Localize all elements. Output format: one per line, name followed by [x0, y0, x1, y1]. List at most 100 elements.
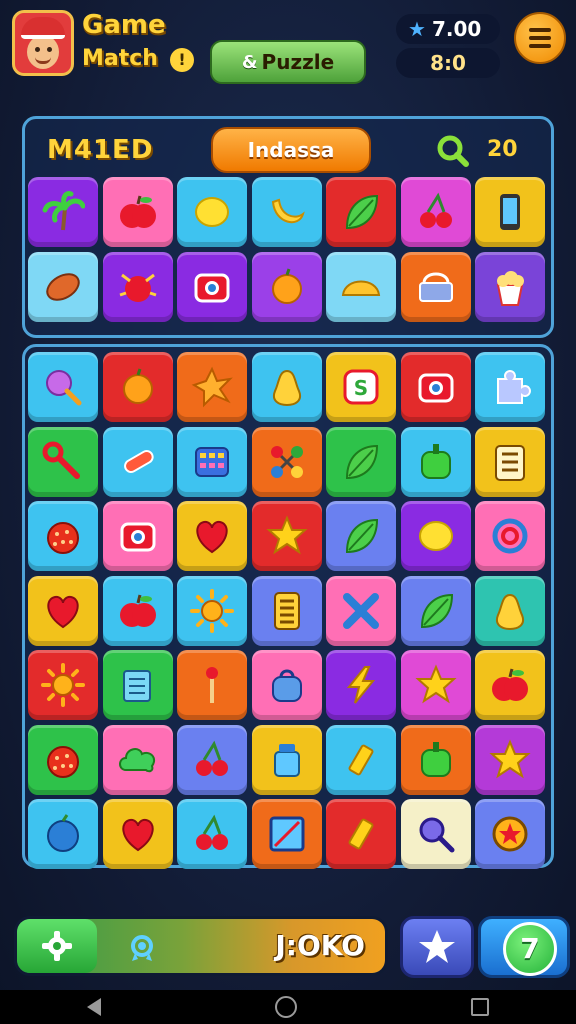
tile[interactable]	[177, 251, 247, 322]
tile[interactable]	[28, 426, 98, 497]
tile[interactable]	[400, 799, 471, 869]
tile[interactable]	[28, 352, 98, 422]
tile[interactable]	[251, 426, 322, 497]
tile[interactable]	[177, 426, 247, 497]
puzzle-label: Puzzle	[261, 50, 335, 74]
star-button[interactable]	[400, 916, 474, 978]
tile[interactable]	[28, 575, 98, 646]
badge-icon	[131, 935, 153, 961]
player-avatar[interactable]	[12, 10, 74, 76]
tile[interactable]	[177, 575, 247, 646]
tile[interactable]	[475, 724, 545, 795]
tile[interactable]	[251, 501, 322, 571]
target-panel: M41ED Indassa 20	[22, 116, 554, 338]
tile[interactable]	[102, 575, 173, 646]
tile[interactable]	[326, 501, 396, 571]
tile[interactable]	[400, 352, 471, 422]
tile[interactable]	[177, 724, 247, 795]
tile[interactable]	[400, 177, 471, 247]
jar-icon	[273, 743, 300, 777]
tile[interactable]	[102, 177, 173, 247]
tile[interactable]	[326, 575, 396, 646]
lightning-icon	[346, 666, 376, 704]
tile[interactable]	[475, 177, 545, 247]
tile[interactable]	[251, 575, 322, 646]
timer-value: 8:0	[430, 51, 466, 75]
tile[interactable]	[475, 501, 545, 571]
tile[interactable]	[28, 650, 98, 720]
tile[interactable]	[326, 724, 396, 795]
tile[interactable]	[102, 799, 173, 869]
tile[interactable]	[251, 177, 322, 247]
tile[interactable]	[400, 575, 471, 646]
tile[interactable]	[475, 251, 545, 322]
tile[interactable]	[28, 799, 98, 869]
apple-icon	[119, 594, 156, 627]
tile[interactable]	[28, 251, 98, 322]
mode-button[interactable]: Indassa	[211, 127, 371, 173]
game-title: Game	[82, 10, 166, 40]
tile[interactable]	[400, 650, 471, 720]
tile[interactable]	[102, 251, 173, 322]
info-icon[interactable]: !	[170, 48, 194, 72]
tile[interactable]	[102, 352, 173, 422]
progress-text: J:OKO	[275, 929, 365, 962]
tile[interactable]	[102, 501, 173, 571]
tile[interactable]	[251, 799, 322, 869]
back-icon[interactable]	[87, 998, 101, 1016]
tile[interactable]	[400, 501, 471, 571]
crayon-icon	[348, 818, 374, 850]
tile[interactable]	[475, 426, 545, 497]
tile[interactable]	[326, 177, 396, 247]
search-icon[interactable]	[435, 133, 469, 167]
tile[interactable]	[475, 650, 545, 720]
tile[interactable]	[102, 650, 173, 720]
tile[interactable]	[28, 724, 98, 795]
crayon-icon	[348, 744, 374, 775]
tile[interactable]	[177, 501, 247, 571]
tile[interactable]	[326, 799, 396, 869]
menu-button[interactable]	[514, 12, 566, 64]
tile[interactable]	[28, 177, 98, 247]
tile[interactable]	[326, 251, 396, 322]
sun-icon	[41, 663, 85, 707]
tile[interactable]	[326, 426, 396, 497]
tile[interactable]	[475, 799, 545, 869]
tile[interactable]	[177, 352, 247, 422]
list-icon	[273, 591, 300, 630]
tile[interactable]	[251, 650, 322, 720]
tile[interactable]	[251, 724, 322, 795]
tile[interactable]	[102, 426, 173, 497]
s-badge-icon: S	[343, 369, 379, 405]
tile[interactable]	[251, 352, 322, 422]
bottom-bar: J:OKO 7	[0, 910, 576, 986]
candy-icon	[123, 449, 154, 473]
tile[interactable]	[102, 724, 173, 795]
svg-text:S: S	[354, 376, 368, 400]
tile[interactable]	[400, 724, 471, 795]
apple-icon	[119, 195, 156, 228]
puzzle-button[interactable]: & Puzzle	[210, 40, 366, 84]
tile[interactable]	[400, 426, 471, 497]
settings-button[interactable]	[17, 919, 97, 973]
tile[interactable]	[251, 251, 322, 322]
heart-icon	[121, 818, 154, 852]
star-icon	[265, 515, 308, 555]
tile[interactable]	[475, 575, 545, 646]
hint-button[interactable]: 7	[478, 916, 570, 978]
plum-icon	[47, 814, 79, 852]
tile[interactable]	[177, 177, 247, 247]
tile[interactable]	[400, 251, 471, 322]
home-icon[interactable]	[275, 996, 297, 1018]
tile[interactable]	[28, 501, 98, 571]
tile[interactable]	[177, 650, 247, 720]
tomato-icon	[47, 745, 79, 778]
recent-apps-icon[interactable]	[471, 998, 489, 1016]
match-icon	[206, 667, 218, 703]
tile[interactable]	[326, 650, 396, 720]
tile[interactable]	[475, 352, 545, 422]
score-value: 7.00	[431, 17, 482, 41]
tile[interactable]	[177, 799, 247, 869]
tile[interactable]: S	[326, 352, 396, 422]
camera-icon	[120, 522, 155, 552]
